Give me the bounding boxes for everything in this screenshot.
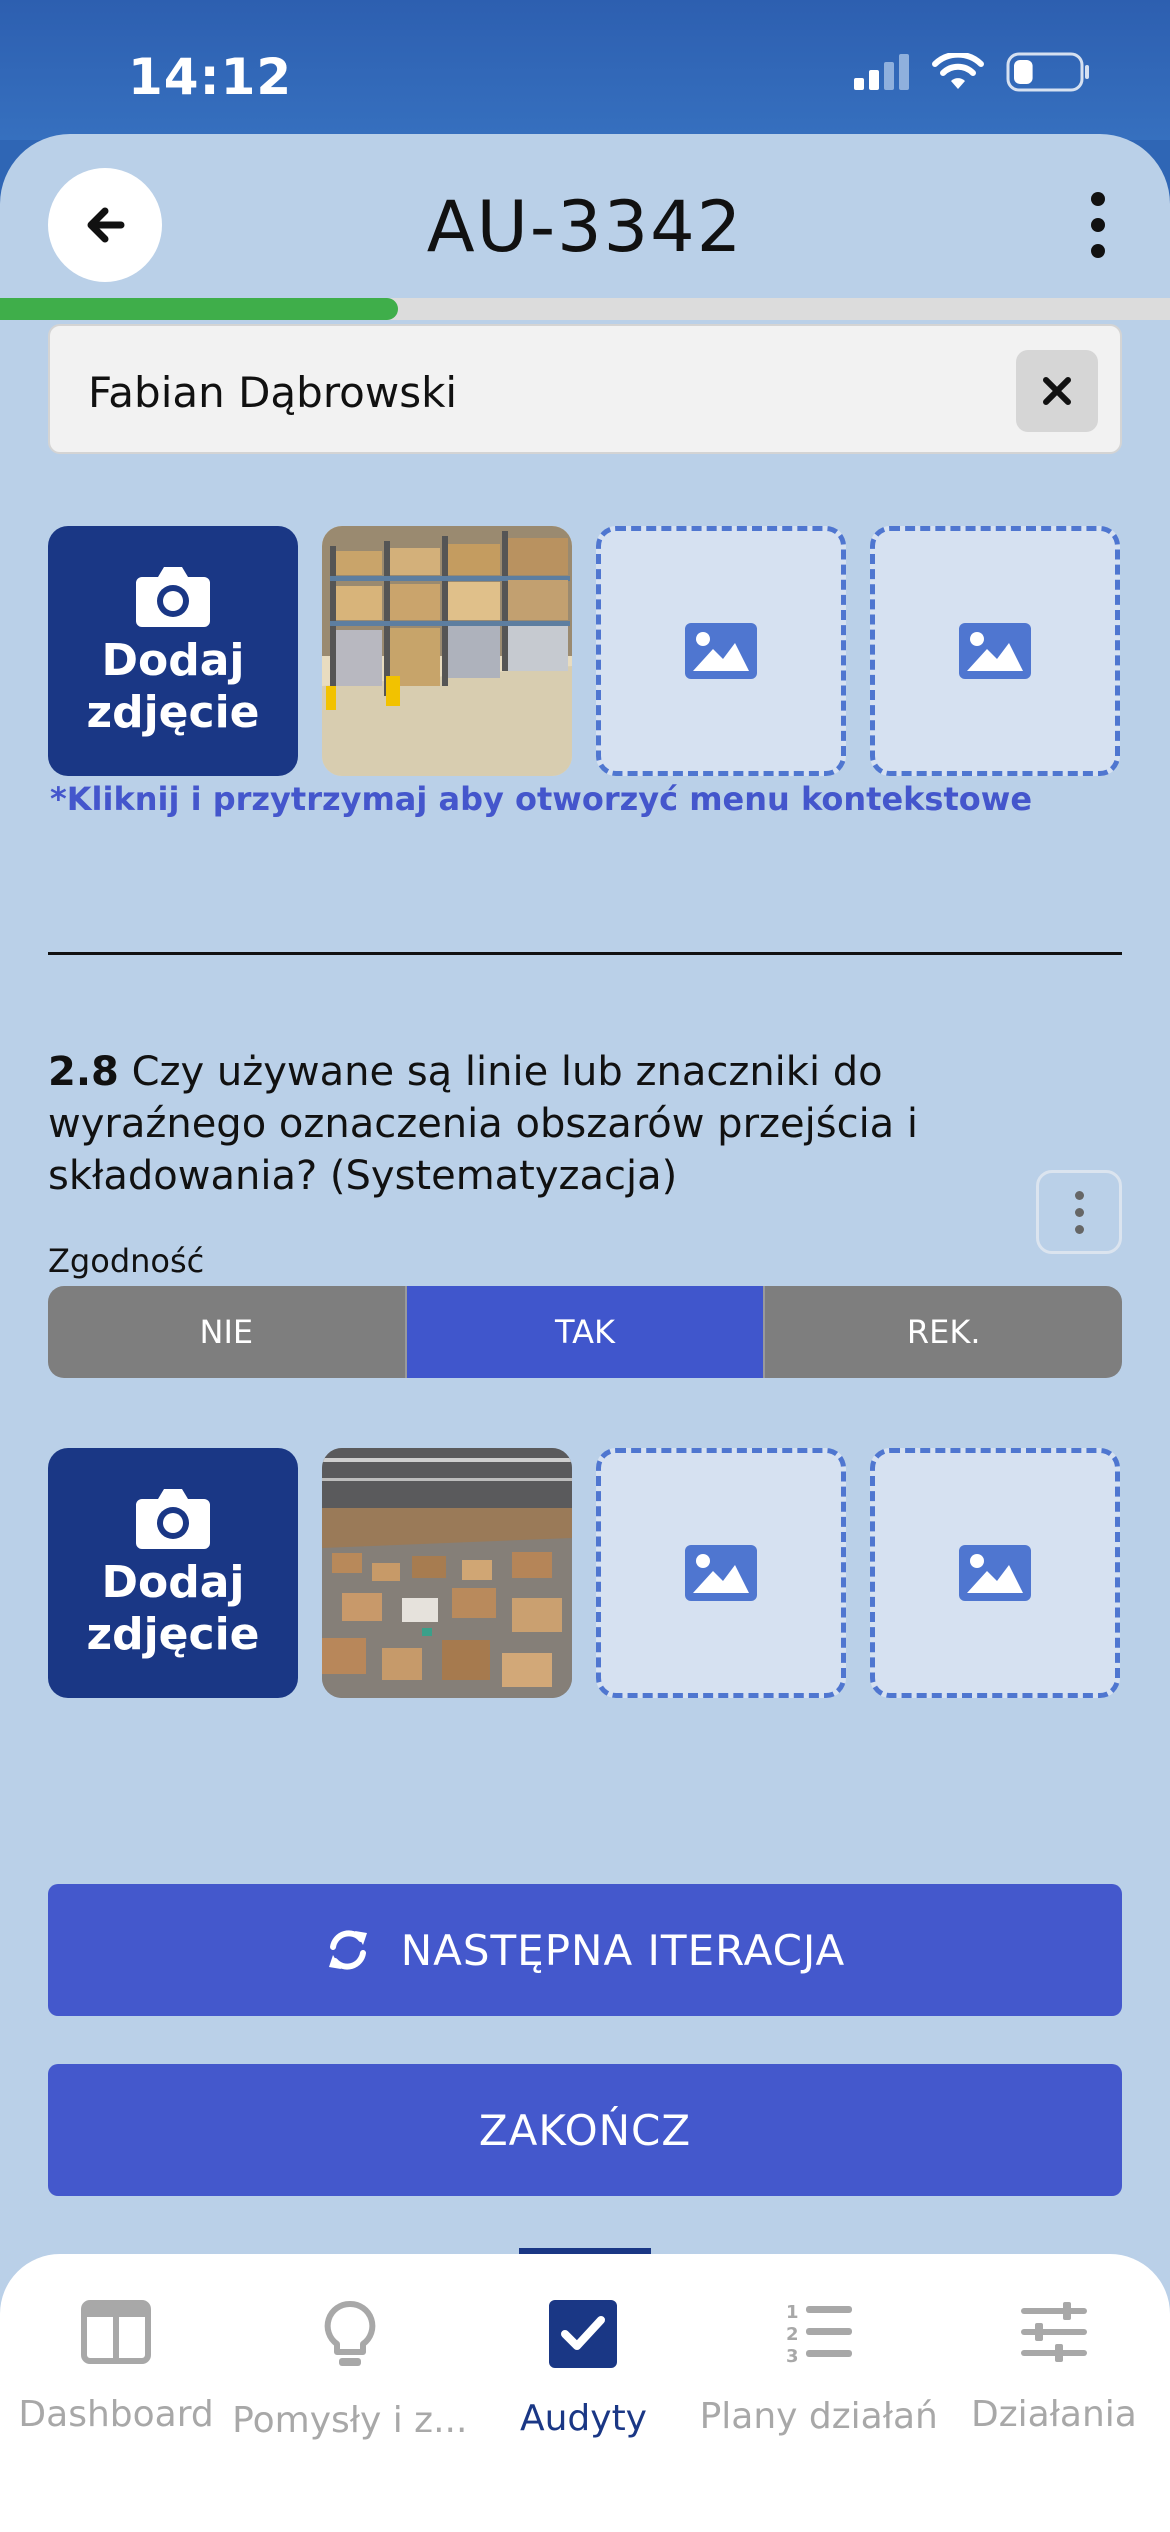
section-divider <box>48 952 1122 955</box>
empty-photo-slot[interactable] <box>596 526 846 776</box>
status-icons <box>854 52 1090 92</box>
kebab-dot <box>1074 1190 1084 1200</box>
wifi-icon <box>932 53 984 89</box>
tab-label: Działania <box>971 2394 1137 2435</box>
progress-bar <box>0 298 1170 320</box>
kebab-dot <box>1091 218 1105 232</box>
kebab-dot <box>1074 1224 1084 1234</box>
svg-text:3: 3 <box>786 2346 799 2366</box>
add-photo-button[interactable]: Dodaj zdjęcie <box>48 1448 298 1698</box>
next-iteration-label: NASTĘPNA ITERACJA <box>400 1925 846 1975</box>
empty-photo-slot[interactable] <box>596 1448 846 1698</box>
compliance-option-tak[interactable]: TAK <box>404 1286 764 1378</box>
add-photo-label-line1: Dodaj <box>101 635 245 686</box>
photo-thumbnail-warehouse-shelves[interactable] <box>322 526 572 776</box>
numbered-list-icon: 1 2 3 <box>786 2302 852 2366</box>
refresh-icon <box>328 1930 367 1970</box>
sliders-icon <box>1020 2302 1087 2362</box>
messy-warehouse-image <box>322 1448 572 1698</box>
empty-photo-slot[interactable] <box>870 526 1120 776</box>
auditor-name-field[interactable]: Fabian Dąbrowski <box>48 324 1122 454</box>
photo-thumbnail-messy-warehouse[interactable] <box>322 1448 572 1698</box>
warehouse-shelves-image <box>322 526 572 776</box>
question-text: 2.8 Czy używane są linie lub znaczniki d… <box>48 1046 1008 1202</box>
add-photo-button[interactable]: Dodaj zdjęcie <box>48 526 298 776</box>
svg-text:2: 2 <box>786 2324 799 2345</box>
add-photo-label-line2: zdjęcie <box>86 687 260 738</box>
kebab-dot <box>1091 192 1105 206</box>
status-bar: 14:12 <box>0 0 1170 140</box>
add-photo-label-line1: Dodaj <box>101 1557 245 1608</box>
question-body: Czy używane są linie lub znaczniki do wy… <box>48 1049 919 1199</box>
context-menu-hint: *Kliknij i przytrzymaj aby otworzyć menu… <box>50 780 1033 818</box>
compliance-option-nie[interactable]: NIE <box>48 1286 405 1378</box>
page-title: AU-3342 <box>426 186 744 268</box>
photo-row-2: Dodaj zdjęcie <box>48 1448 1120 1698</box>
image-placeholder-icon <box>959 1545 1031 1601</box>
image-placeholder-icon <box>685 1545 757 1601</box>
checkbox-icon <box>549 2300 618 2368</box>
kebab-dot <box>1074 1207 1084 1217</box>
dashboard-icon <box>81 2300 152 2364</box>
tab-actions[interactable]: Działania <box>938 2254 1170 2532</box>
add-photo-label-line2: zdjęcie <box>86 1609 260 1660</box>
photo-row-1: Dodaj zdjęcie <box>48 526 1120 776</box>
tab-label: Pomysły i z... <box>232 2400 468 2441</box>
image-placeholder-icon <box>959 623 1031 679</box>
tab-label: Plany działań <box>699 2396 938 2437</box>
compliance-selector: NIE TAK REK. <box>48 1286 1122 1378</box>
image-placeholder-icon <box>685 623 757 679</box>
signal-icon <box>854 54 909 90</box>
finish-button[interactable]: ZAKOŃCZ <box>48 2064 1122 2196</box>
question-options-button[interactable] <box>1036 1170 1122 1254</box>
camera-icon <box>136 1489 210 1549</box>
battery-icon <box>1006 52 1089 92</box>
tab-ideas[interactable]: Pomysły i z... <box>232 2254 467 2532</box>
compliance-option-rek[interactable]: REK. <box>763 1286 1122 1378</box>
question-number: 2.8 <box>48 1049 119 1095</box>
auditor-name-value: Fabian Dąbrowski <box>88 368 458 417</box>
svg-text:1: 1 <box>786 2302 799 2323</box>
tab-action-plans[interactable]: 1 2 3 Plany działań <box>700 2254 938 2532</box>
tab-audits[interactable]: Audyty <box>467 2254 699 2532</box>
tab-dashboard[interactable]: Dashboard <box>0 2254 232 2532</box>
status-time: 14:12 <box>128 48 293 106</box>
next-iteration-button[interactable]: NASTĘPNA ITERACJA <box>48 1884 1122 2016</box>
close-icon <box>1043 377 1071 405</box>
kebab-dot <box>1091 244 1105 258</box>
camera-icon <box>136 567 210 627</box>
empty-photo-slot[interactable] <box>870 1448 1120 1698</box>
tab-label: Dashboard <box>18 2394 214 2435</box>
audit-sheet: AU-3342 Fabian Dąbrowski Dodaj zdjęcie *… <box>0 134 1170 2532</box>
progress-fill <box>0 298 398 320</box>
bottom-tab-bar: Dashboard Pomysły i z... Audyty 1 2 3 Pl… <box>0 2254 1170 2532</box>
compliance-label: Zgodność <box>48 1242 205 1280</box>
tab-label: Audyty <box>519 2398 647 2439</box>
finish-label: ZAKOŃCZ <box>478 2105 692 2155</box>
clear-name-button[interactable] <box>1016 350 1098 432</box>
lightbulb-icon <box>324 2300 376 2366</box>
more-options-button[interactable] <box>1086 192 1110 258</box>
